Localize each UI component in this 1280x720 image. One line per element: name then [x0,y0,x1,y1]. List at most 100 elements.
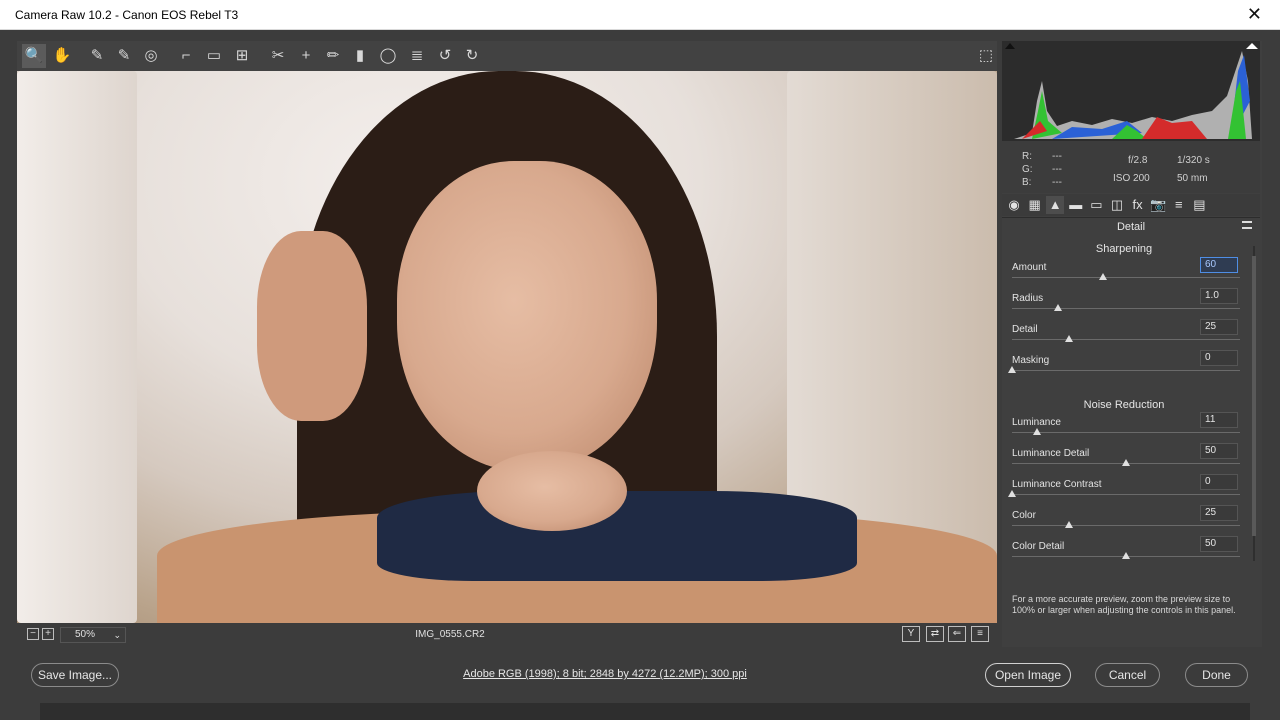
tone-curve-tab-icon[interactable]: ▦ [1026,196,1044,214]
open-image-button[interactable]: Open Image [985,663,1071,687]
highlight-clipping-icon [1246,43,1258,49]
split-toning-tab-icon[interactable]: ▭ [1087,196,1105,214]
slider-thumb[interactable] [1122,552,1130,559]
hand-tool-icon[interactable]: ✋ [50,44,74,68]
shadow-clipping-icon [1005,43,1015,49]
rotate-cw-icon[interactable]: ↻ [460,44,484,68]
slider-value-field[interactable]: 0 [1200,350,1238,366]
copy-settings-button[interactable]: ⇐ [948,626,966,642]
slider-label: Luminance Contrast [1012,479,1102,490]
focal-length-value: 50 mm [1177,173,1208,184]
slider-thumb[interactable] [1008,366,1016,373]
adjustment-brush-icon[interactable]: ✏ [321,44,345,68]
effects-tab-icon[interactable]: fx [1129,196,1147,214]
slider-value-field[interactable]: 11 [1200,412,1238,428]
zoom-level-value: 50% [75,629,96,640]
sharpening-radius-row: Radius 1.0 [1012,288,1240,321]
slider-value-field[interactable]: 50 [1200,443,1238,459]
zoom-out-button[interactable]: − [27,628,39,640]
lower-frame [40,703,1250,720]
spot-removal-tool-icon[interactable]: ✂ [266,44,290,68]
b-value: --- [1052,177,1062,188]
noise-luminance-contrast-row: Luminance Contrast 0 [1008,474,1240,507]
noise-color-row: Color 25 [1012,505,1240,538]
hsl-tab-icon[interactable]: ▬ [1067,196,1085,214]
slider-track[interactable] [1012,277,1240,278]
g-value: --- [1052,164,1062,175]
graduated-filter-icon[interactable]: ▮ [348,44,372,68]
lens-corrections-tab-icon[interactable]: ◫ [1108,196,1126,214]
panel-hint: For a more accurate preview, zoom the pr… [1012,594,1236,615]
aperture-value: f/2.8 [1128,155,1148,166]
noise-reduction-heading: Noise Reduction [1083,399,1165,411]
background-left-area [17,71,137,623]
slider-label: Radius [1012,293,1044,304]
slider-thumb[interactable] [1033,428,1042,435]
image-preview[interactable] [17,71,997,623]
white-balance-tool-icon[interactable]: ✎ [85,44,109,68]
radial-filter-icon[interactable]: ◯ [376,44,400,68]
panel-scrollbar[interactable] [1250,236,1258,572]
slider-value-field[interactable]: 25 [1200,319,1238,335]
targeted-adjustment-tool-icon[interactable]: ◎ [139,44,163,68]
scrollbar-thumb[interactable] [1252,256,1256,536]
before-after-view-button[interactable]: Y [902,626,920,642]
slider-track[interactable] [1012,370,1240,371]
slider-track[interactable] [1012,432,1240,433]
iso-value: ISO 200 [1113,173,1150,184]
sharpening-heading: Sharpening [1095,243,1153,255]
zoom-level-select[interactable]: 50% ⌄ [60,627,126,643]
chevron-down-icon: ⌄ [113,630,121,640]
panel-tabs: ◉ ▦ ▲ ▬ ▭ ◫ fx 📷 ≡ ▤ [1002,194,1260,216]
neck-shape [477,451,627,531]
slider-thumb[interactable] [1053,304,1062,311]
basic-tab-icon[interactable]: ◉ [1005,196,1023,214]
snapshots-tab-icon[interactable]: ▤ [1190,196,1208,214]
crop-tool-icon[interactable]: ⌐ [174,44,198,68]
done-button[interactable]: Done [1185,663,1248,687]
slider-thumb[interactable] [1099,273,1108,280]
slider-value-field[interactable]: 1.0 [1200,288,1238,304]
presets-tab-icon[interactable]: ≡ [1170,196,1188,214]
slider-label: Masking [1012,355,1050,366]
fullscreen-toggle-icon[interactable]: ⬚ [974,44,998,68]
red-eye-removal-icon[interactable]: + [294,44,318,68]
close-icon[interactable]: ✕ [1247,4,1262,25]
slider-value-field[interactable]: 25 [1200,505,1238,521]
detail-tab-icon[interactable]: ▲ [1046,196,1065,214]
camera-raw-window: Camera Raw 10.2 - Canon EOS Rebel T3 ✕ ⬚… [0,0,1280,720]
slider-thumb[interactable] [1065,335,1073,342]
color-sampler-tool-icon[interactable]: ✎ [112,44,136,68]
slider-thumb[interactable] [1008,490,1016,497]
straighten-tool-icon[interactable]: ▭ [202,44,226,68]
slider-label: Color [1012,510,1036,521]
slider-label: Amount [1012,262,1047,273]
workflow-options-link[interactable]: Adobe RGB (1998); 8 bit; 2848 by 4272 (1… [420,668,790,680]
slider-track[interactable] [1012,339,1240,340]
slider-thumb[interactable] [1065,521,1073,528]
swap-settings-button[interactable]: ⇄ [926,626,944,642]
camera-calibration-tab-icon[interactable]: 📷 [1149,196,1167,214]
save-image-button[interactable]: Save Image... [31,663,119,687]
slider-value-field[interactable]: 50 [1200,536,1238,552]
transform-tool-icon[interactable]: ⊞ [230,44,254,68]
slider-track[interactable] [1012,494,1240,495]
slider-track[interactable] [1012,308,1240,309]
panel-title: Detail [1002,217,1260,235]
zoom-in-button[interactable]: + [42,628,54,640]
cancel-button[interactable]: Cancel [1095,663,1160,687]
g-label: G: [1022,164,1033,175]
slider-value-field[interactable]: 60 [1200,257,1238,273]
sharpening-detail-row: Detail 25 [1012,319,1240,352]
panel-menu-icon[interactable] [1242,221,1252,229]
slider-track[interactable] [1012,525,1240,526]
toolbar: ⬚ 🔍 ✋ ✎ ✎ ◎ ⌐ ▭ ⊞ ✂ + ✏ ▮ ◯ ≣ ↺ ↻ [17,41,997,71]
preview-photo [17,71,997,623]
zoom-tool-icon[interactable]: 🔍 [22,44,46,68]
slider-thumb[interactable] [1122,459,1130,466]
rotate-ccw-icon[interactable]: ↺ [433,44,457,68]
filename-label: IMG_0555.CR2 [415,629,485,640]
preferences-icon[interactable]: ≣ [405,44,429,68]
slider-value-field[interactable]: 0 [1200,474,1238,490]
toggle-settings-button[interactable]: ≡ [971,626,989,642]
